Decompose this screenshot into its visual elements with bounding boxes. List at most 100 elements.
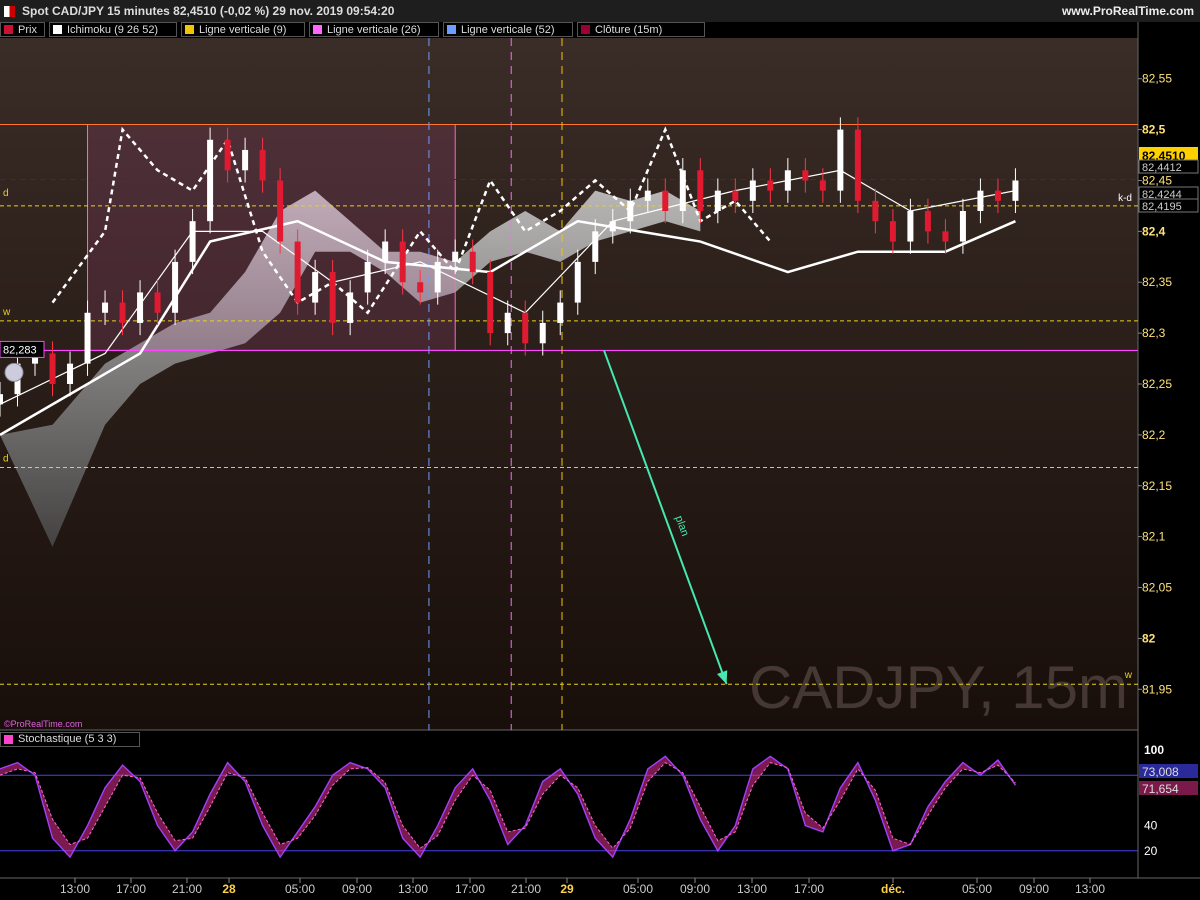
y-tick-label: 82,25 [1142, 377, 1172, 391]
candle-body [697, 170, 704, 211]
y-tick-label: 82,35 [1142, 275, 1172, 289]
level-marker-d-upper: d [3, 188, 9, 199]
candle-body [399, 241, 406, 283]
candle-body [0, 394, 3, 405]
candle-body [84, 312, 91, 364]
x-tick-label: 21:00 [511, 882, 541, 896]
x-tick-label: 13:00 [1075, 882, 1105, 896]
candle-body [434, 261, 441, 293]
copyright-text: ©ProRealTime.com [4, 719, 83, 729]
candle-body [959, 211, 966, 242]
y-tick-label: 82 [1142, 631, 1156, 645]
y-tick-label: 82,1 [1142, 530, 1166, 544]
alert-icon [4, 362, 24, 382]
candle-body [259, 149, 266, 181]
candle-body [67, 363, 74, 384]
candle-body [714, 190, 721, 211]
candle-body [854, 129, 861, 201]
candle-body [977, 190, 984, 211]
x-tick-label: 21:00 [172, 882, 202, 896]
candle-body [382, 241, 389, 262]
candle-body [819, 180, 826, 191]
stochastic-swatch [4, 735, 13, 744]
candle-body [242, 149, 249, 171]
y-tick-label: 82,2 [1142, 428, 1166, 442]
price-chart[interactable]: CADJPY, 15m dwdwk-d plan82,283 82,5582,5… [0, 0, 1200, 900]
candle-body [154, 292, 161, 313]
candle-body [732, 190, 739, 201]
candle-body [872, 200, 879, 222]
candle-body [662, 190, 669, 211]
y-tick-label: 82,4 [1142, 224, 1166, 238]
candle-body [329, 272, 336, 323]
candle-body [557, 302, 564, 323]
candle-body [522, 312, 529, 344]
candle-body [539, 322, 546, 344]
candle-body [994, 190, 1001, 201]
candle-body [592, 231, 599, 262]
candle-body [644, 190, 651, 201]
y-tick-label: 82,05 [1142, 581, 1172, 595]
level-marker-w-lower: w [1124, 670, 1133, 681]
candle-body [784, 170, 791, 191]
x-tick-label: 29 [560, 882, 574, 896]
x-tick-label: 09:00 [680, 882, 710, 896]
candle-body [749, 180, 756, 201]
candle-body [119, 302, 126, 323]
candle-body [907, 211, 914, 242]
candle-body [469, 251, 476, 273]
stochastic-panel-background [0, 730, 1200, 900]
candle-body [609, 221, 616, 232]
x-tick-label: 05:00 [285, 882, 315, 896]
candle-body [487, 272, 494, 334]
candle-body [802, 170, 809, 181]
x-tick-label: 13:00 [398, 882, 428, 896]
y-tick-label: 81,95 [1142, 682, 1172, 696]
candle-body [364, 261, 371, 293]
x-tick-label: 17:00 [116, 882, 146, 896]
stoch-y-tick: 100 [1144, 743, 1164, 757]
candle-body [49, 353, 56, 384]
candle-body [172, 261, 179, 313]
x-tick-label: déc. [881, 882, 905, 896]
stoch-d-value: 71,654 [1142, 782, 1179, 796]
left-price-label: 82,283 [3, 344, 37, 356]
y-tick-label: 82,15 [1142, 479, 1172, 493]
x-tick-label: 05:00 [623, 882, 653, 896]
candle-body [889, 221, 896, 242]
candle-body [679, 170, 686, 211]
y-tick-label: 82,5 [1142, 123, 1166, 137]
y-tick-label: 82,55 [1142, 72, 1172, 86]
watermark-text: CADJPY, 15m [749, 654, 1128, 721]
candle-body [504, 312, 511, 334]
candle-body [277, 180, 284, 242]
x-tick-label: 28 [222, 882, 236, 896]
legend-item-stochastic[interactable]: Stochastique (5 3 3) [0, 732, 140, 747]
value-label: 82,4412 [1142, 162, 1182, 174]
x-tick-label: 05:00 [962, 882, 992, 896]
x-tick-label: 17:00 [794, 882, 824, 896]
candle-body [417, 282, 424, 293]
candle-body [942, 231, 949, 242]
candle-body [102, 302, 109, 313]
candle-body [1012, 180, 1019, 201]
level-marker-d-lower: d [3, 453, 9, 464]
candle-body [767, 180, 774, 191]
candle-body [627, 200, 634, 222]
y-tick-label: 82,45 [1142, 173, 1172, 187]
x-tick-label: 17:00 [455, 882, 485, 896]
candle-body [574, 261, 581, 303]
candle-body [189, 221, 196, 262]
level-marker-kd: k-d [1118, 193, 1132, 204]
level-marker-w-upper: w [2, 307, 11, 318]
x-tick-label: 09:00 [1019, 882, 1049, 896]
stoch-y-tick: 20 [1144, 844, 1158, 858]
candle-body [837, 129, 844, 191]
x-tick-label: 13:00 [737, 882, 767, 896]
candle-body [452, 251, 459, 262]
stoch-y-tick: 40 [1144, 819, 1158, 833]
value-label: 82,4195 [1142, 201, 1182, 213]
candle-body [137, 292, 144, 323]
candle-body [294, 241, 301, 303]
candle-body [312, 272, 319, 303]
